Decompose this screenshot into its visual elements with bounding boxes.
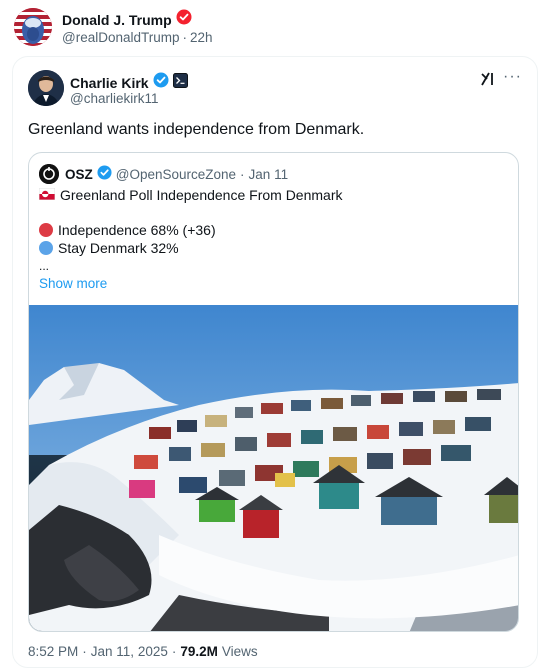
grok-icon[interactable] [479, 70, 497, 88]
separator: · [240, 166, 245, 182]
osz-logo-icon [39, 164, 59, 184]
quoted-title-line: Greenland Poll Independence From Denmark [39, 187, 343, 203]
repost-author-name[interactable]: Donald J. Trump [62, 12, 172, 28]
show-more-link[interactable]: Show more [39, 276, 107, 291]
post-date[interactable]: Jan 11, 2025 [91, 644, 168, 659]
verified-badge-icon[interactable] [153, 72, 169, 93]
avatar[interactable] [14, 8, 52, 46]
quoted-post[interactable]: OSZ @OpenSourceZone · Jan 11 Greenland P… [28, 152, 519, 632]
repost-header: Donald J. Trump @realDonaldTrump · 22h [14, 6, 534, 48]
avatar[interactable] [39, 164, 59, 184]
red-circle-icon [39, 223, 53, 237]
views-count: 79.2M [180, 644, 218, 659]
repost-time[interactable]: 22h [190, 30, 213, 45]
ellipsis: ... [39, 259, 50, 273]
poll-option: Stay Denmark 32% [39, 240, 179, 256]
poll-option-label: Independence 68% (+36) [58, 222, 216, 238]
separator: · [171, 644, 177, 659]
post-author-name[interactable]: Charlie Kirk [70, 75, 149, 91]
terminal-badge-icon[interactable] [172, 72, 188, 93]
poll-option: Independence 68% (+36) [39, 222, 216, 238]
avatar-image [28, 70, 64, 106]
post-author-handle[interactable]: @charliekirk11 [70, 91, 158, 106]
post-meta: 8:52 PM · Jan 11, 2025 · 79.2M Views [28, 644, 258, 659]
post-card: Charlie Kirk @charliekirk11 ··· Greenlan… [12, 56, 538, 668]
quoted-title: Greenland Poll Independence From Denmark [60, 187, 343, 203]
avatar[interactable] [28, 70, 64, 106]
quoted-date[interactable]: Jan 11 [249, 167, 289, 182]
post-time[interactable]: 8:52 PM [28, 644, 78, 659]
avatar-image [14, 8, 52, 46]
greenland-flag-icon [39, 187, 56, 203]
blue-circle-icon [39, 241, 53, 255]
quoted-photo[interactable] [29, 305, 519, 632]
quoted-author-handle[interactable]: @OpenSourceZone [116, 167, 236, 182]
post-text: Greenland wants independence from Denmar… [28, 121, 365, 138]
verified-badge-icon[interactable] [176, 9, 192, 30]
more-options-icon[interactable]: ··· [503, 68, 522, 86]
quoted-author-name[interactable]: OSZ [65, 167, 93, 182]
views-label: Views [221, 644, 258, 659]
separator: · [82, 644, 87, 659]
verified-badge-icon[interactable] [97, 165, 112, 183]
separator: · [182, 30, 188, 45]
poll-option-label: Stay Denmark 32% [58, 240, 179, 256]
quoted-post-header: OSZ @OpenSourceZone · Jan 11 [39, 164, 288, 184]
repost-author-handle[interactable]: @realDonaldTrump [62, 30, 180, 45]
